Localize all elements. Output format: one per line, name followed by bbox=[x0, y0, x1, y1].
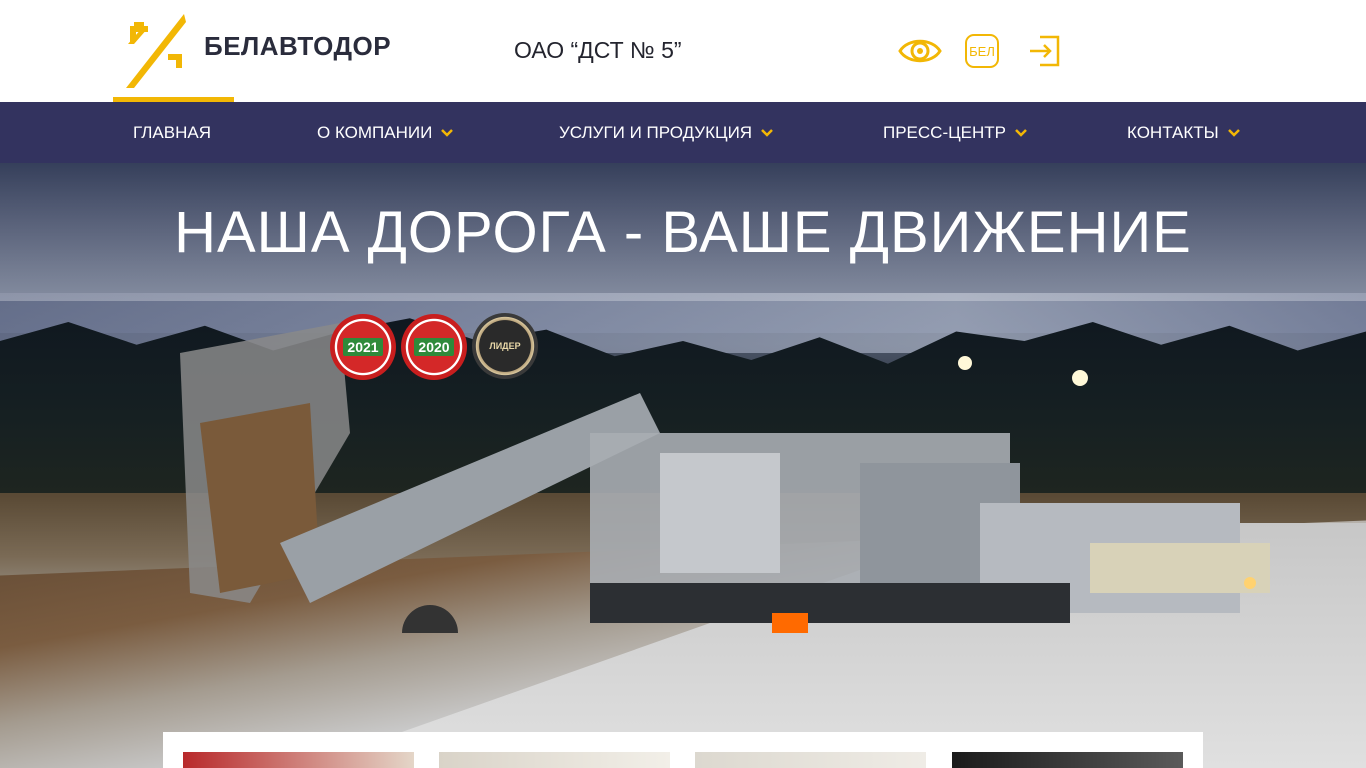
brand-name[interactable]: БЕЛАВТОДОР bbox=[204, 31, 391, 62]
nav-about[interactable]: О КОМПАНИИ bbox=[317, 102, 454, 163]
main-nav: ГЛАВНАЯ О КОМПАНИИ УСЛУГИ И ПРОДУКЦИЯ ПР… bbox=[0, 102, 1366, 163]
award-badge: 2021 bbox=[330, 314, 396, 380]
company-name: ОАО “ДСТ № 5” bbox=[514, 37, 682, 63]
hero-banner: НАША ДОРОГА - ВАШЕ ДВИЖЕНИЕ 2021 2020 ЛИ… bbox=[0, 163, 1366, 768]
nav-label: ПРЕСС-ЦЕНТР bbox=[883, 122, 1007, 142]
news-cards bbox=[163, 732, 1203, 768]
belavtodor-logo-icon[interactable] bbox=[124, 14, 186, 90]
chevron-down-icon bbox=[1015, 128, 1027, 137]
award-year: 2021 bbox=[343, 338, 383, 356]
news-card-image[interactable] bbox=[439, 752, 670, 768]
nav-label: УСЛУГИ И ПРОДУКЦИЯ bbox=[559, 122, 753, 142]
news-card-image[interactable] bbox=[952, 752, 1183, 768]
leader-badge: ЛИДЕР bbox=[472, 313, 538, 379]
award-badge: 2020 bbox=[401, 314, 467, 380]
vision-icon[interactable] bbox=[898, 32, 942, 70]
chevron-down-icon bbox=[761, 128, 773, 137]
award-year: 2020 bbox=[414, 338, 454, 356]
chevron-down-icon bbox=[1227, 128, 1240, 137]
nav-home[interactable]: ГЛАВНАЯ bbox=[133, 102, 211, 163]
nav-press[interactable]: ПРЕСС-ЦЕНТР bbox=[883, 102, 1027, 163]
nav-label: ГЛАВНАЯ bbox=[133, 122, 211, 142]
news-card-image[interactable] bbox=[183, 752, 414, 768]
chevron-down-icon bbox=[441, 128, 454, 137]
news-card-image[interactable] bbox=[695, 752, 926, 768]
nav-label: О КОМПАНИИ bbox=[317, 122, 433, 142]
nav-services[interactable]: УСЛУГИ И ПРОДУКЦИЯ bbox=[559, 102, 773, 163]
paver-machine-image bbox=[180, 323, 1270, 633]
leader-label: ЛИДЕР bbox=[489, 341, 521, 351]
nav-contacts[interactable]: КОНТАКТЫ bbox=[1127, 102, 1240, 163]
site-header: БЕЛАВТОДОР ОАО “ДСТ № 5” БЕЛ bbox=[0, 0, 1366, 102]
language-button[interactable]: БЕЛ bbox=[965, 34, 999, 68]
nav-label: КОНТАКТЫ bbox=[1127, 122, 1219, 142]
hero-headline: НАША ДОРОГА - ВАШЕ ДВИЖЕНИЕ bbox=[174, 200, 1192, 265]
login-icon[interactable] bbox=[1028, 35, 1062, 67]
